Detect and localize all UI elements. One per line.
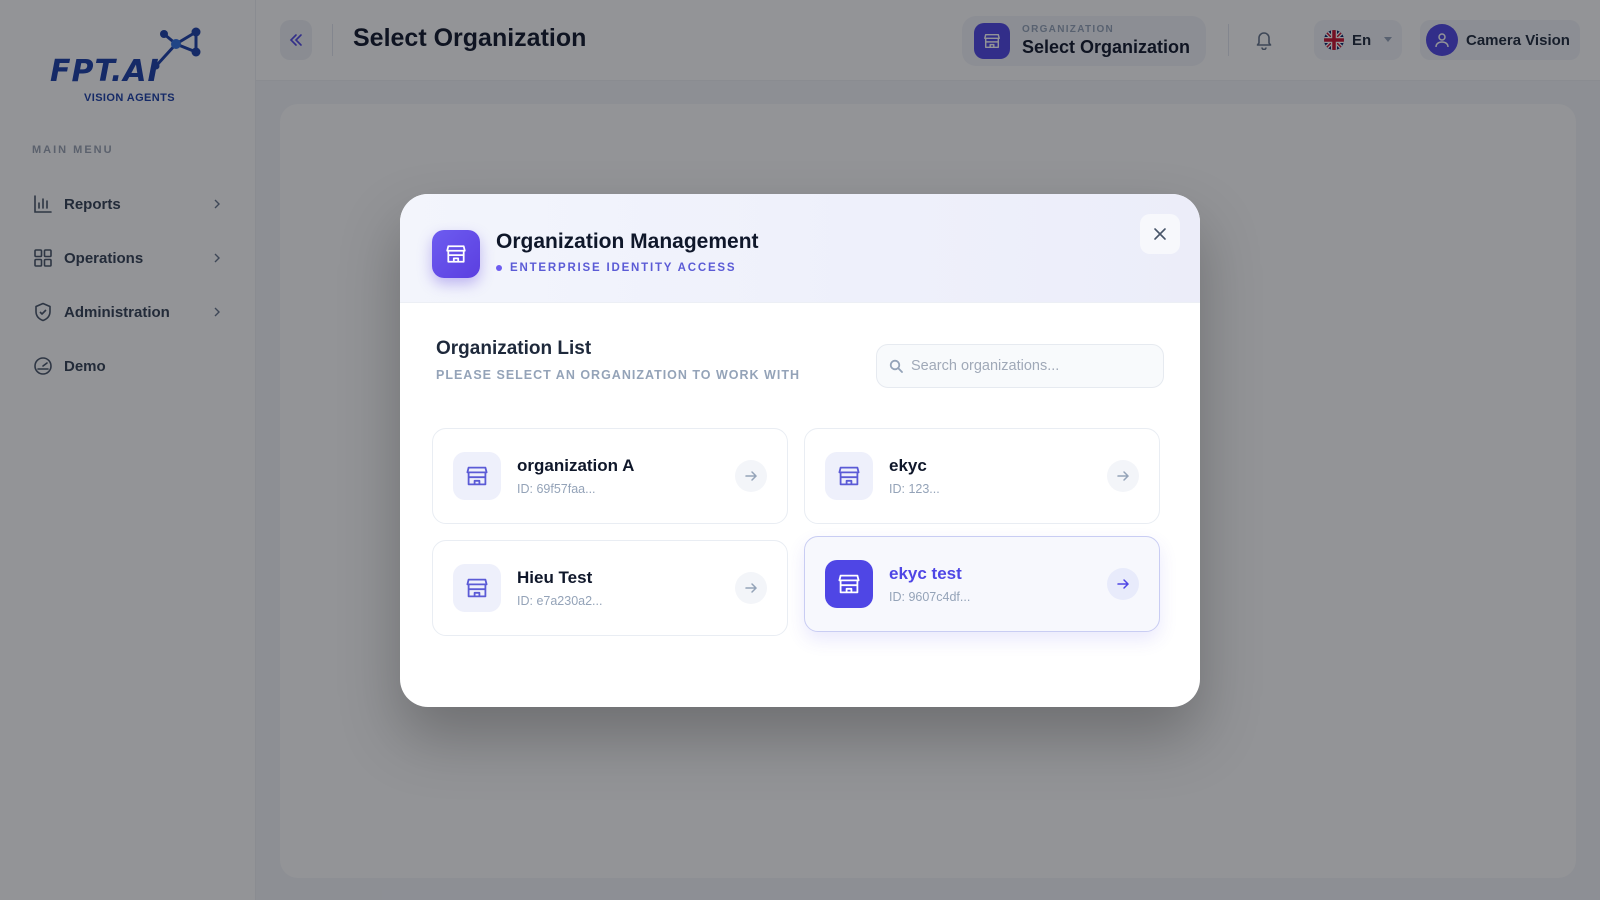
- search-box: [876, 344, 1164, 388]
- organization-list-title: Organization List: [436, 338, 592, 359]
- organization-card[interactable]: Hieu Test ID: e7a230a2...: [432, 540, 788, 636]
- arrow-right-icon: [735, 572, 767, 604]
- dialog-title: Organization Management: [496, 230, 759, 253]
- organization-name: Hieu Test: [517, 568, 593, 587]
- dialog-subtitle: ENTERPRISE IDENTITY ACCESS: [496, 262, 736, 274]
- organization-name: ekyc test: [889, 564, 962, 583]
- organization-management-dialog: Organization Management ENTERPRISE IDENT…: [400, 194, 1200, 707]
- close-icon: [1154, 228, 1166, 240]
- organization-id: ID: 123...: [889, 482, 940, 496]
- dialog-header: Organization Management ENTERPRISE IDENT…: [400, 194, 1200, 303]
- store-icon: [825, 560, 873, 608]
- organization-name: organization A: [517, 456, 635, 475]
- organization-list-subtitle: PLEASE SELECT AN ORGANIZATION TO WORK WI…: [436, 368, 800, 382]
- store-icon: [453, 564, 501, 612]
- organization-card-selected[interactable]: ekyc test ID: 9607c4df...: [804, 536, 1160, 632]
- organization-card[interactable]: organization A ID: 69f57faa...: [432, 428, 788, 524]
- dialog-subtitle-text: ENTERPRISE IDENTITY ACCESS: [510, 262, 737, 274]
- store-icon: [453, 452, 501, 500]
- organization-card[interactable]: ekyc ID: 123...: [804, 428, 1160, 524]
- status-dot: [496, 265, 502, 271]
- organization-name: ekyc: [889, 456, 927, 475]
- store-icon: [432, 230, 480, 278]
- organization-id: ID: e7a230a2...: [517, 594, 603, 608]
- organization-id: ID: 69f57faa...: [517, 482, 596, 496]
- arrow-right-icon: [1107, 460, 1139, 492]
- close-button[interactable]: [1140, 214, 1180, 254]
- arrow-right-icon: [735, 460, 767, 492]
- search-input[interactable]: [911, 358, 1151, 374]
- search-icon: [889, 359, 903, 373]
- arrow-right-icon: [1107, 568, 1139, 600]
- store-icon: [825, 452, 873, 500]
- organization-id: ID: 9607c4df...: [889, 590, 971, 604]
